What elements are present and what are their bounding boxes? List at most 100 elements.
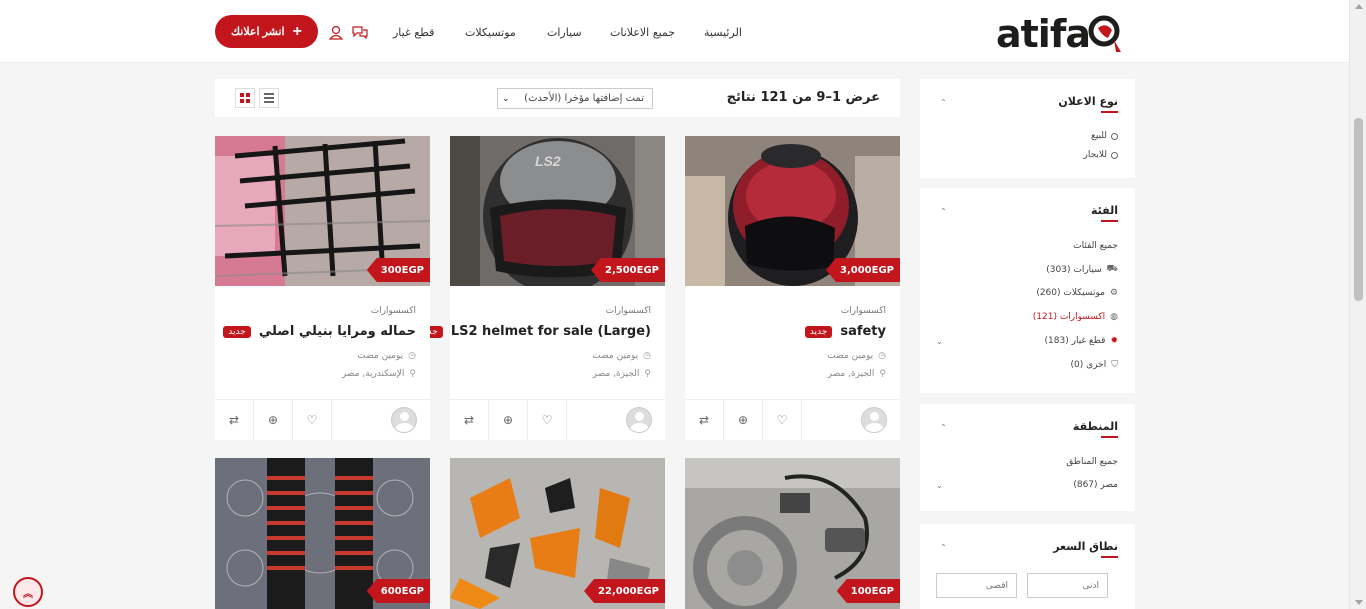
post-ad-button[interactable]: انشر اعلانك + [215,15,318,48]
radio-for-rent[interactable]: للايجار [1083,150,1118,160]
radio-label: للبيع [1091,131,1107,141]
clock-icon: ◷ [878,351,886,361]
price-max-input[interactable] [936,573,1017,598]
zoom-icon[interactable]: ⊕ [254,400,293,440]
listing-card[interactable]: 100EGP [685,458,900,609]
listing-location: ⚲ الجيزة, مصر [593,369,651,379]
listing-title[interactable]: LS2 helmet for sale (Large) [451,324,651,339]
heart-icon[interactable]: ♡ [528,400,567,440]
listing-time-text: يومين مضت [827,351,874,361]
results-count: عرض 1–9 من 121 نتائج [726,90,880,105]
zoom-icon[interactable]: ⊕ [489,400,528,440]
heart-icon[interactable]: ♡ [763,400,802,440]
compare-icon[interactable]: ⇄ [450,400,489,440]
nav-cars[interactable]: سيارات [547,26,582,39]
location-pin-icon: ⚲ [879,369,886,379]
price-tag: 22,000EGP [584,579,665,603]
listing-title[interactable]: حماله ومرايا بنيلي اصلي [259,324,416,339]
compare-icon[interactable]: ⇄ [215,400,254,440]
chevron-up-icon[interactable]: ⌃ [940,98,947,107]
category-spare-parts[interactable]: ✹ قطع غيار (183) [1045,336,1118,346]
listing-card[interactable]: 3,000EGP اكسسوارات safety جديد ◷ يومين م… [685,136,900,440]
listing-time-text: يومين مضت [357,351,404,361]
listing-actions: ⇄ ⊕ ♡ [215,399,430,440]
radio-label: للايجار [1083,150,1107,160]
sort-select[interactable]: تمت إضافتها مؤخرا (الأحدث) ⌄ [497,88,653,109]
avatar[interactable] [391,406,417,433]
grid-view-button[interactable] [235,88,255,108]
listing-title[interactable]: safety [840,324,886,339]
filter-ad-type: نوع الاعلان ⌃ للبيع للايجار [920,79,1135,178]
region-label: جميع المناطق [1066,457,1118,467]
chevron-up-icon[interactable]: ⌃ [940,543,947,552]
region-label: مصر (867) [1073,480,1118,490]
nav-home[interactable]: الرئيسية [704,26,742,39]
listing-card[interactable]: 22,000EGP [450,458,665,609]
radio-for-sale[interactable]: للبيع [1091,131,1118,141]
price-tag: 100EGP [836,579,900,603]
avatar[interactable] [626,406,652,433]
location-pin-icon: ⚲ [409,369,416,379]
listing-actions: ⇄ ⊕ ♡ [450,399,665,440]
radio-circle[interactable] [1111,132,1118,140]
category-motorcycles[interactable]: ⚙ موتسيكلات (260) [1036,288,1118,298]
sort-value: تمت إضافتها مؤخرا (الأحدث) [524,93,644,104]
filter-category: الفئة ⌃ جميع الفئات ⛟ سيارات (303) ⚙ موت… [920,188,1135,393]
chevron-down-icon[interactable]: ⌄ [936,481,943,490]
filter-title: نوع الاعلان [1058,95,1118,113]
nav-motorcycles[interactable]: موتسيكلات [465,26,516,39]
scroll-down-icon[interactable] [1355,600,1363,605]
listing-category[interactable]: اكسسوارات [606,306,651,316]
category-label: قطع غيار (183) [1044,336,1106,346]
post-ad-label: انشر اعلانك [231,26,285,38]
price-tag: 3,000EGP [826,258,900,282]
heart-icon[interactable]: ♡ [293,400,332,440]
listing-card[interactable]: 300EGP اكسسوارات حماله ومرايا بنيلي اصلي… [215,136,430,440]
chevron-up-icon[interactable]: ⌃ [940,207,947,216]
scrollbar-thumb[interactable] [1354,118,1363,301]
results-toolbar: عرض 1–9 من 121 نتائج تمت إضافتها مؤخرا (… [215,79,900,117]
avatar[interactable] [861,406,887,433]
listing-category[interactable]: اكسسوارات [371,306,416,316]
filter-region: المنطقة ⌃ جميع المناطق مصر (867) ⌄ [920,404,1135,511]
page-scrollbar[interactable] [1349,0,1366,609]
price-tag: 300EGP [366,258,430,282]
scroll-up-icon[interactable] [1355,4,1363,9]
new-badge: جديد [804,325,833,338]
zoom-icon[interactable]: ⊕ [724,400,763,440]
user-icon[interactable] [326,22,346,42]
listing-category[interactable]: اكسسوارات [841,306,886,316]
logo-helmet-icon [1088,15,1122,52]
category-accessories[interactable]: ◍ اكسسوارات (121) [1033,312,1118,322]
chevron-down-icon[interactable]: ⌄ [936,337,943,346]
listing-card[interactable]: 600EGP [215,458,430,609]
region-egypt[interactable]: مصر (867) [1073,480,1118,490]
location-pin-icon: ⚲ [644,369,651,379]
category-label: اكسسوارات (121) [1032,312,1106,322]
nav-spare-parts[interactable]: قطع غيار [393,26,434,39]
chat-icon[interactable] [350,22,370,42]
filter-title: نطاق السعر [1053,540,1118,558]
nav-all-ads[interactable]: جميع الاعلانات [610,26,675,39]
filter-title: المنطقة [1072,420,1119,438]
listing-card[interactable]: LS2 2,500EGP اكسسوارات LS2 helmet for sa… [415,136,665,440]
scroll-top-button[interactable]: ︽ [13,577,43,607]
category-all[interactable]: جميع الفئات [1073,241,1118,251]
region-all[interactable]: جميع المناطق [1066,457,1118,467]
listing-title-row: LS2 helmet for sale (Large) جديد [415,324,651,339]
compare-icon[interactable]: ⇄ [685,400,724,440]
filter-title: الفئة [1091,204,1118,222]
listing-location: ⚲ الإسكندرية, مصر [342,369,416,379]
category-cars[interactable]: ⛟ سيارات (303) [1046,264,1118,275]
new-badge: جديد [223,325,251,338]
category-label: جميع الفئات [1073,241,1118,251]
list-view-button[interactable] [259,88,279,108]
radio-circle[interactable] [1111,151,1118,159]
chevron-up-icon[interactable]: ⌃ [940,423,947,432]
site-logo[interactable]: atifa [996,10,1122,58]
price-min-input[interactable] [1027,573,1108,598]
listing-time: ◷ يومين مضت [827,351,886,361]
category-other[interactable]: ⛉ اخرى (0) [1071,360,1118,370]
listing-location-text: الجيزة, مصر [592,369,640,379]
listing-location-text: الجيزة, مصر [827,369,875,379]
